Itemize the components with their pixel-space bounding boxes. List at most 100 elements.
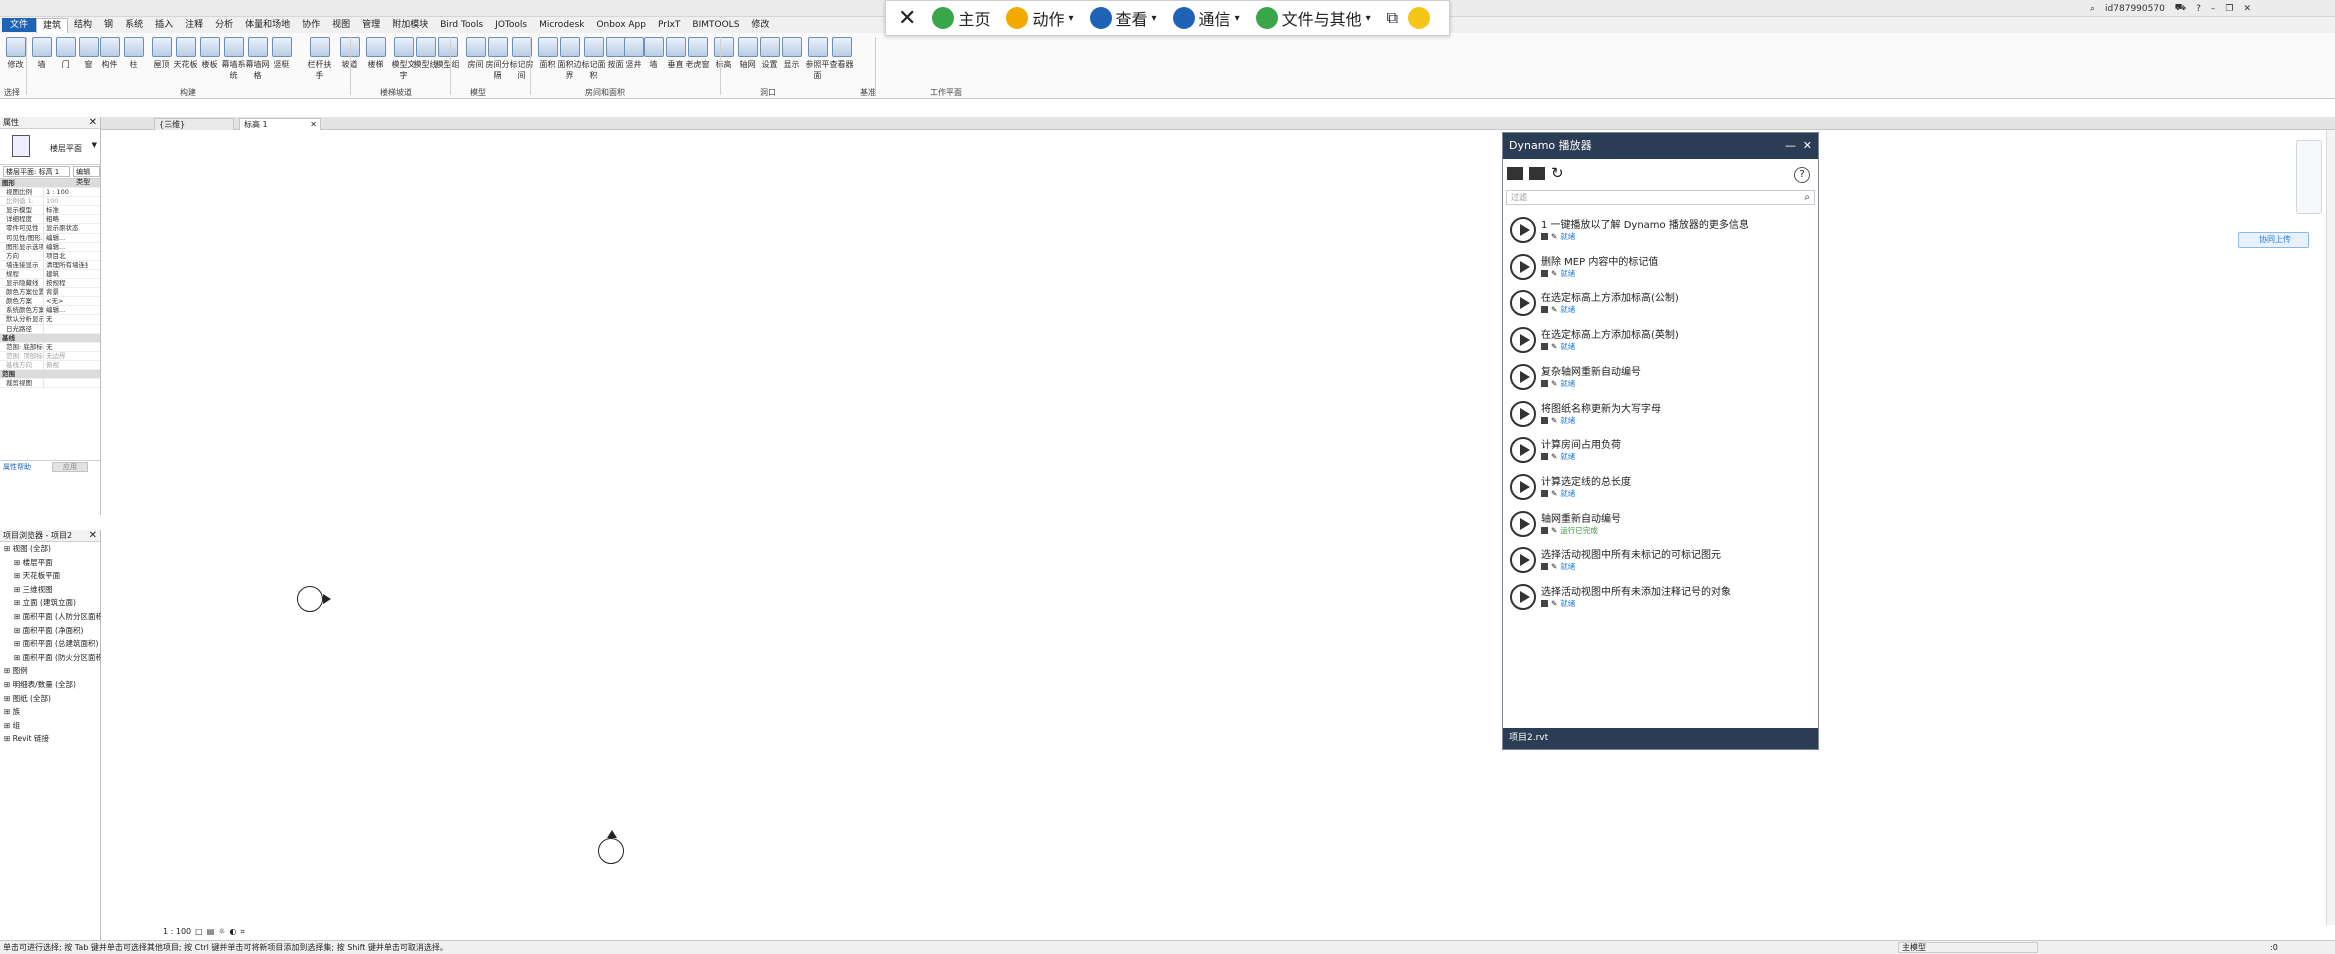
property-value[interactable] xyxy=(43,379,88,388)
search-icon[interactable]: ⌕ xyxy=(2090,4,2095,14)
expand-icon[interactable]: ⊞ xyxy=(4,721,13,730)
property-value[interactable]: 清理所有墙连接 xyxy=(43,260,88,269)
info-icon[interactable] xyxy=(1541,600,1548,607)
ribbon-button-7[interactable]: 天花板 xyxy=(172,35,199,87)
property-value[interactable]: 编辑... xyxy=(43,233,88,242)
minimize-icon[interactable]: – xyxy=(2211,4,2216,14)
ribbon-button-22[interactable]: 面积边界 xyxy=(556,35,583,87)
navigation-wheel[interactable] xyxy=(2296,140,2322,214)
ribbon-button-12[interactable]: 栏杆扶手 xyxy=(306,35,333,87)
ribbon-button-28[interactable]: 老虎窗 xyxy=(684,35,711,87)
help-icon[interactable]: ? xyxy=(1794,167,1810,183)
edit-icon[interactable]: ✎ xyxy=(1551,305,1557,314)
type-selector[interactable]: 楼层平面 ▼ xyxy=(0,129,100,165)
tab-11[interactable]: 管理 xyxy=(356,18,386,32)
share-upload-button[interactable]: 协同上传 xyxy=(2238,232,2309,248)
property-value[interactable]: 标准 xyxy=(43,206,88,215)
ribbon-button-33[interactable]: 参照平面 xyxy=(804,35,831,87)
property-value[interactable]: 粗略 xyxy=(43,215,88,224)
ribbon-button-9[interactable]: 幕墙系统 xyxy=(220,35,247,87)
remote-menu-3[interactable]: 通信 ▾ xyxy=(1167,6,1246,30)
info-icon[interactable] xyxy=(1541,489,1548,497)
ribbon-button-6[interactable]: 屋顶 xyxy=(148,35,175,87)
tab-14[interactable]: JOTools xyxy=(489,18,533,32)
tab-9[interactable]: 协作 xyxy=(296,18,326,32)
browser-node[interactable]: ⊞ 面积平面 (防火分区面积) xyxy=(0,651,106,665)
ribbon-button-11[interactable]: 竖梃 xyxy=(268,35,295,87)
expand-icon[interactable]: ⊞ xyxy=(14,626,23,635)
edit-icon[interactable]: ✎ xyxy=(1551,452,1557,461)
property-value[interactable]: 编辑... xyxy=(43,306,88,315)
expand-icon[interactable]: ⊞ xyxy=(4,734,13,743)
ribbon-panel-label[interactable]: 工作平面 xyxy=(930,87,962,98)
play-icon[interactable] xyxy=(1510,253,1536,280)
remote-menu-4[interactable]: 文件与其他 ▾ xyxy=(1250,6,1377,30)
close-icon[interactable]: ✕ xyxy=(89,117,97,129)
vertical-scrollbar[interactable] xyxy=(2326,130,2335,925)
ribbon-panel-label[interactable]: 房间和面积 xyxy=(585,87,625,98)
play-icon[interactable] xyxy=(1510,217,1536,243)
close-icon[interactable]: ✕ xyxy=(89,530,97,542)
close-icon[interactable]: ✕ xyxy=(310,119,317,130)
property-value[interactable] xyxy=(43,324,88,333)
ribbon-button-0[interactable]: 修改 xyxy=(2,35,29,87)
expand-icon[interactable]: ⊞ xyxy=(14,571,23,580)
view-scale[interactable]: 1 : 100 xyxy=(163,926,191,938)
user-id[interactable]: id787990570 xyxy=(2105,4,2165,14)
expand-icon[interactable]: ⊞ xyxy=(14,653,23,662)
tab-18[interactable]: BIMTOOLS xyxy=(686,18,745,32)
refresh-icon[interactable]: ↻ xyxy=(1551,166,1564,181)
ribbon-button-8[interactable]: 楼板 xyxy=(196,35,223,87)
play-icon[interactable] xyxy=(1510,547,1536,574)
browser-node[interactable]: ⊞ 天花板平面 xyxy=(0,569,100,583)
edit-icon[interactable]: ✎ xyxy=(1551,269,1557,278)
ribbon-panel-label[interactable]: 选择 xyxy=(4,87,20,98)
ribbon-panel-label[interactable]: 基准 xyxy=(860,87,876,98)
tab-level-1[interactable]: 标高 1 ✕ xyxy=(239,118,321,130)
search-input[interactable]: 过滤 ⌕ xyxy=(1506,190,1815,205)
edit-type-button[interactable]: 编辑类型 xyxy=(73,166,100,186)
info-icon[interactable] xyxy=(1541,343,1548,351)
instance-selector[interactable]: 楼层平面: 标高 1 xyxy=(3,166,71,177)
ribbon-button-4[interactable]: 构件 xyxy=(96,35,123,87)
play-icon[interactable] xyxy=(1510,510,1536,537)
property-value[interactable]: 按规程 xyxy=(43,279,88,288)
ribbon-panel-label[interactable]: 构建 xyxy=(180,87,196,98)
ribbon-button-14[interactable]: 楼梯 xyxy=(362,35,389,87)
expand-icon[interactable]: ⊞ xyxy=(14,612,23,621)
browser-node[interactable]: ⊞ 楼层平面 xyxy=(0,556,100,570)
ribbon-button-10[interactable]: 幕墙网格 xyxy=(244,35,271,87)
browser-node[interactable]: ⊞ 立面 (建筑立面) xyxy=(0,596,100,610)
property-value[interactable]: 建筑 xyxy=(43,269,88,279)
edit-icon[interactable]: ✎ xyxy=(1551,526,1557,535)
info-icon[interactable] xyxy=(1541,526,1548,534)
edit-icon[interactable]: ✎ xyxy=(1551,599,1557,608)
play-icon[interactable] xyxy=(1510,437,1536,464)
browser-node[interactable]: ⊞ 族 xyxy=(0,705,100,719)
tab-6[interactable]: 注释 xyxy=(179,18,209,32)
drawing-canvas[interactable] xyxy=(101,130,2326,925)
play-icon[interactable] xyxy=(1510,327,1536,354)
restore-icon[interactable]: ❐ xyxy=(2225,4,2233,14)
property-row[interactable]: 图形 xyxy=(0,179,100,189)
browser-node[interactable]: ⊞ 三维视图 xyxy=(0,583,100,597)
window-icon[interactable]: ⧉ xyxy=(1381,8,1404,28)
close-icon[interactable]: ✕ xyxy=(2243,4,2251,14)
edit-icon[interactable]: ✎ xyxy=(1551,342,1557,351)
play-icon[interactable] xyxy=(1510,584,1536,610)
browser-node[interactable]: ⊞ 明细表/数量 (全部) xyxy=(0,678,100,692)
property-value[interactable]: 项目北 xyxy=(43,251,88,260)
elevation-marker[interactable] xyxy=(297,586,323,612)
tab-1[interactable]: 建筑 xyxy=(36,17,69,33)
expand-icon[interactable]: ⊞ xyxy=(4,680,13,689)
chevron-down-icon[interactable]: ▼ xyxy=(92,141,97,149)
remote-menu-2[interactable]: 查看 ▾ xyxy=(1084,6,1163,30)
ribbon-button-19[interactable]: 房间分隔 xyxy=(484,35,511,87)
ribbon-button-17[interactable]: 模型组 xyxy=(434,35,461,87)
edit-icon[interactable]: ✎ xyxy=(1551,489,1557,498)
browser-node[interactable]: ⊞ 图纸 (全部) xyxy=(0,692,100,706)
info-icon[interactable] xyxy=(1541,269,1548,277)
browser-node[interactable]: ⊞ 面积平面 (净面积) xyxy=(0,624,100,638)
property-value[interactable]: <无> xyxy=(43,297,88,306)
edit-icon[interactable]: ✎ xyxy=(1551,232,1557,241)
